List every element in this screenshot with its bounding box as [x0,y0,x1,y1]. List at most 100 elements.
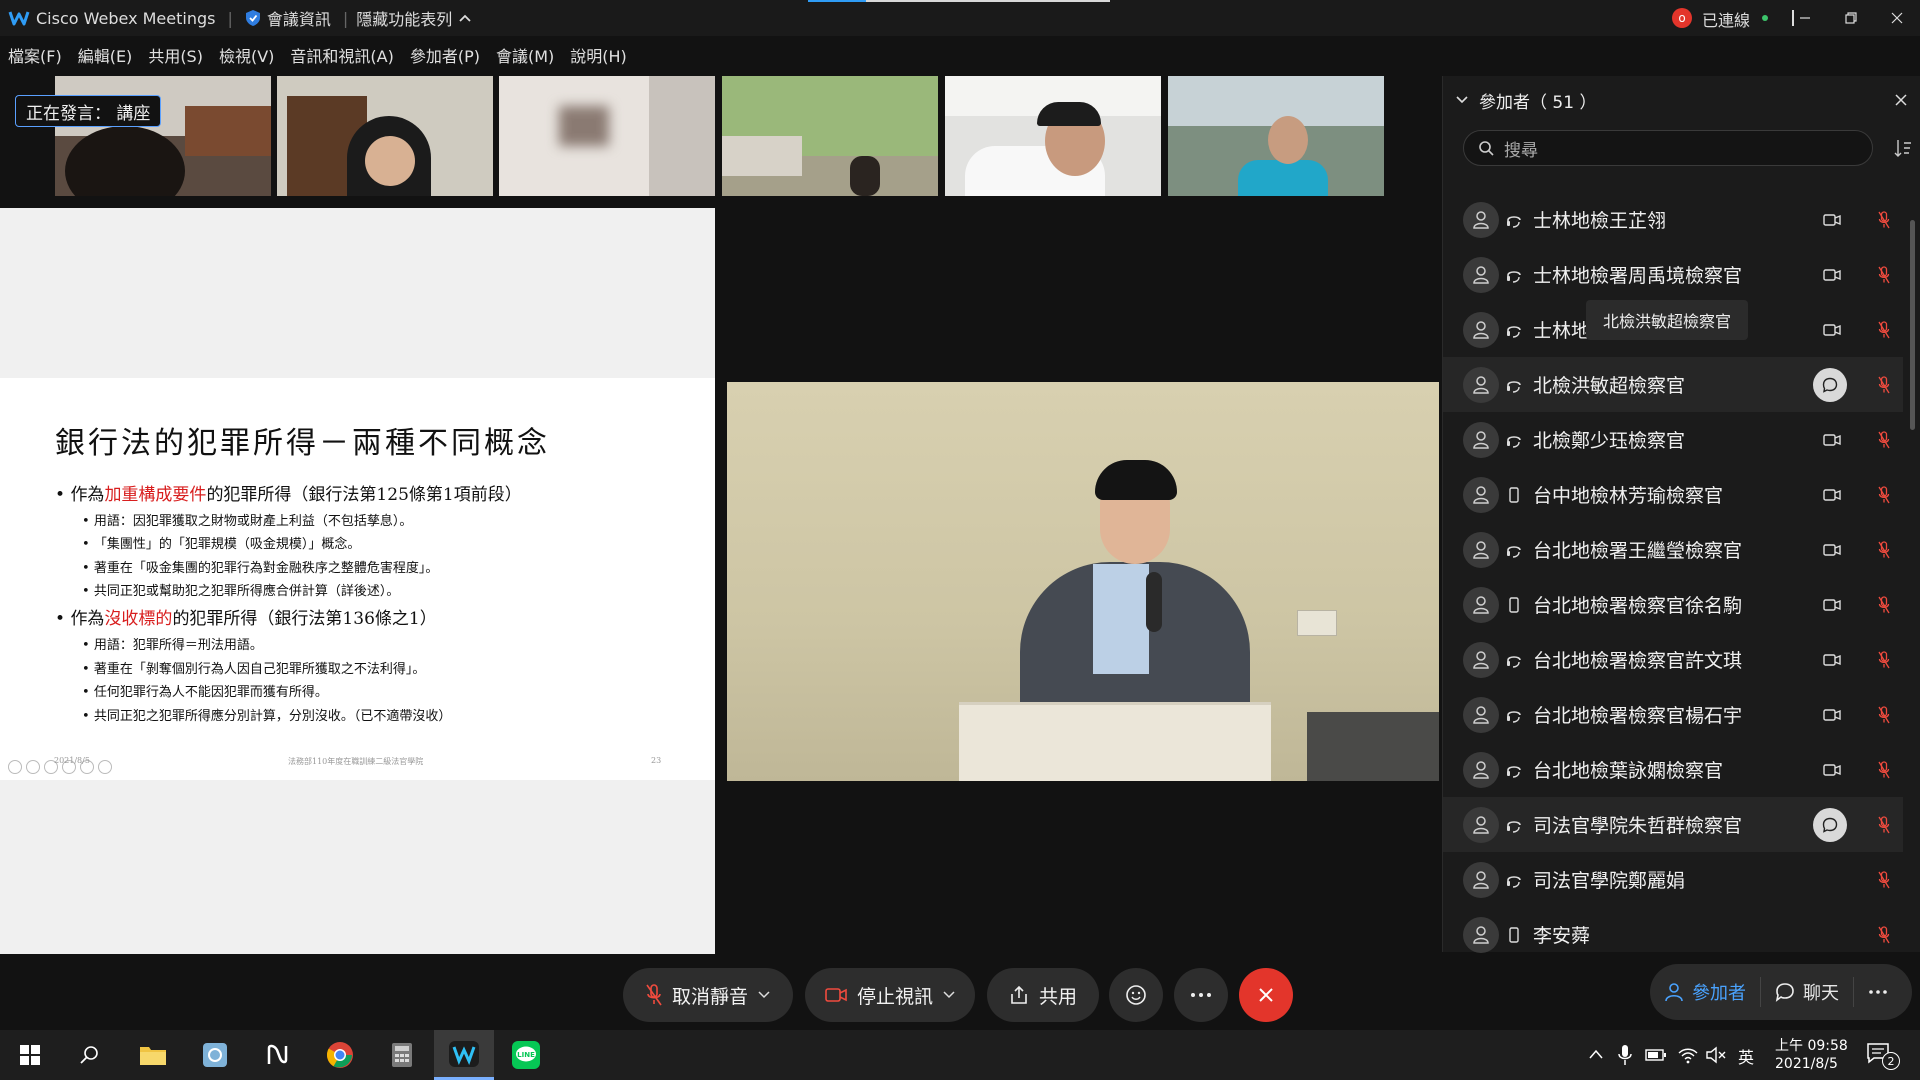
participant-row[interactable]: 台北地檢署檢察官許文琪 [1443,632,1903,687]
close-icon[interactable] [1895,94,1907,106]
muted-mic-icon[interactable] [1875,705,1893,725]
video-thumbnail[interactable] [55,76,271,196]
webex-taskbar-button[interactable] [434,1030,494,1080]
participant-row[interactable]: 司法官學院朱哲群檢察官 [1443,797,1903,852]
participant-row[interactable]: 司法官學院鄭麗娟 [1443,852,1903,907]
start-button[interactable] [0,1030,60,1080]
chat-with-participant-button[interactable] [1813,807,1847,842]
participant-row[interactable]: 北檢鄭少珏檢察官 [1443,412,1903,467]
taskbar-search-button[interactable] [60,1030,120,1080]
webex-logo-icon [8,11,30,26]
muted-mic-icon[interactable] [1875,320,1893,340]
reactions-button[interactable] [1109,968,1163,1022]
leave-meeting-button[interactable] [1239,968,1293,1022]
restore-button[interactable] [1828,0,1874,36]
close-window-button[interactable] [1874,0,1920,36]
sub-text: 共同正犯之犯罪所得應分別計算，分別沒收。（已不適帶沒收） [93,709,452,724]
battery-icon[interactable] [1645,1048,1667,1062]
file-explorer-button[interactable] [123,1030,183,1080]
slide-bullet: • 作為加重構成要件的犯罪所得（銀行法第125條第1項前段） [55,480,522,505]
calculator-icon [392,1043,412,1067]
muted-mic-icon[interactable] [1875,815,1893,835]
chevron-down-icon[interactable] [1455,95,1469,105]
wifi-icon[interactable] [1678,1046,1698,1064]
participant-row[interactable]: 北檢洪敏超檢察官 [1443,357,1903,412]
participant-name: 台中地檢林芳瑜檢察官 [1533,485,1724,507]
unmute-button[interactable]: 取消靜音 [623,968,793,1022]
menu-meeting[interactable]: 會議(M) [488,43,562,67]
hide-menu-button[interactable]: 隱藏功能表列 [356,6,472,30]
muted-mic-icon[interactable] [1875,925,1893,945]
notification-center-button[interactable]: 2 [1866,1042,1902,1070]
menu-share[interactable]: 共用(S) [140,43,211,67]
headset-icon [1505,431,1523,449]
more-options-button[interactable] [1174,968,1228,1022]
chat-with-participant-button[interactable] [1813,367,1847,402]
muted-mic-icon[interactable] [1875,540,1893,560]
menu-help[interactable]: 說明(H) [562,43,635,67]
menu-participants[interactable]: 參加者(P) [402,43,488,67]
muted-mic-icon[interactable] [1875,210,1893,230]
tab-participants[interactable]: 參加者 [1650,964,1760,1020]
participant-row[interactable]: 台中地檢林芳瑜檢察官 [1443,467,1903,522]
tab-chat[interactable]: 聊天 [1761,964,1853,1020]
person-icon [1473,430,1489,449]
chrome-icon [326,1042,353,1068]
muted-mic-icon[interactable] [1875,375,1893,395]
more-icon[interactable] [98,760,112,774]
muted-mic-icon[interactable] [1875,430,1893,450]
close-icon [1891,12,1903,24]
chrome-button[interactable] [310,1030,370,1080]
participant-row[interactable]: 李安蕣 [1443,907,1903,962]
participant-row[interactable]: 台北地檢葉詠嫻檢察官 [1443,742,1903,797]
muted-mic-icon[interactable] [1875,650,1893,670]
calculator-button[interactable] [372,1030,432,1080]
muted-mic-icon[interactable] [1875,265,1893,285]
muted-mic-icon[interactable] [1875,760,1893,780]
clock-time[interactable]: 上午 09:58 [1775,1035,1848,1055]
minimize-button[interactable] [1782,0,1828,36]
muted-mic-icon[interactable] [1875,485,1893,505]
next-slide-icon[interactable] [26,760,40,774]
menu-edit[interactable]: 編輯(E) [70,43,141,67]
share-button[interactable]: 共用 [987,968,1099,1022]
participant-search-input[interactable]: 搜尋 [1463,130,1873,166]
clock-date[interactable]: 2021/8/5 [1775,1056,1838,1072]
participant-row[interactable]: 台北地檢署王繼瑩檢察官 [1443,522,1903,577]
input-method-indicator[interactable]: 英 [1738,1044,1754,1068]
microphone-icon[interactable] [1618,1044,1632,1066]
chevron-down-icon[interactable] [758,991,770,999]
video-thumbnail[interactable] [722,76,938,196]
participant-row[interactable]: 士林地檢王芷翎 [1443,192,1903,247]
separator: | [227,8,233,28]
tab-more[interactable] [1854,964,1902,1020]
slide-sub-bullet: • 著重在「吸金集團的犯罪行為對金融秩序之整體危害程度」。 [82,561,439,576]
muted-mic-icon [646,984,662,1006]
main-speaker-video[interactable] [727,382,1439,781]
muted-mic-icon[interactable] [1875,595,1893,615]
participant-row[interactable]: 士林地檢署周禹境檢察官 [1443,247,1903,302]
participant-list-scrollbar[interactable] [1910,220,1915,430]
menu-file[interactable]: 檔案(F) [0,43,70,67]
video-thumbnail[interactable] [277,76,493,196]
video-thumbnail[interactable] [1168,76,1384,196]
chevron-down-icon[interactable] [943,991,955,999]
chevron-up-icon[interactable] [1588,1048,1604,1060]
stop-video-label: 停止視訊 [856,985,933,1008]
participant-row[interactable]: 台北地檢署檢察官徐名駒 [1443,577,1903,632]
video-thumbnail[interactable] [499,76,715,196]
menu-view[interactable]: 檢視(V) [211,43,282,67]
notion-app-button[interactable] [247,1030,307,1080]
participant-name: 北檢鄭少珏檢察官 [1533,430,1686,452]
video-thumbnail[interactable] [945,76,1161,196]
participant-row[interactable]: 台北地檢署檢察官楊石宇 [1443,687,1903,742]
prev-slide-icon[interactable] [8,760,22,774]
menu-audio-video[interactable]: 音訊和視訊(A) [282,43,401,67]
sort-icon[interactable] [1893,138,1913,158]
meeting-info-button[interactable]: 會議資訊 [245,6,331,30]
line-app-button[interactable]: LINE [496,1030,556,1080]
stop-video-button[interactable]: 停止視訊 [805,968,975,1022]
speaker-muted-icon[interactable] [1706,1046,1726,1064]
muted-mic-icon[interactable] [1875,870,1893,890]
photos-app-button[interactable] [185,1030,245,1080]
